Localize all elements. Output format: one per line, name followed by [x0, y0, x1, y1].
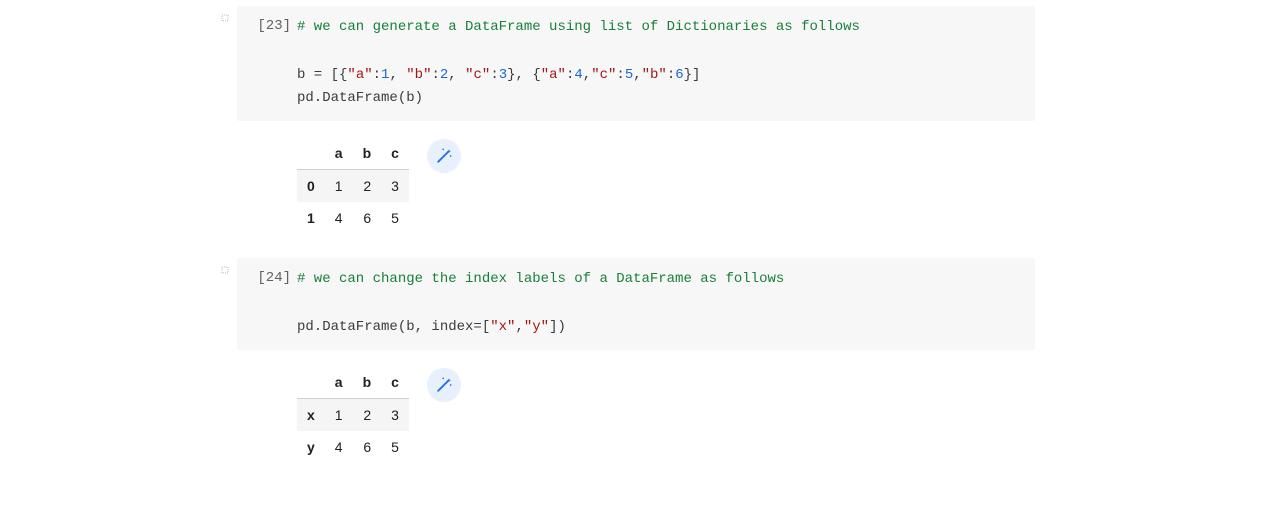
table-row: y 4 6 5 — [297, 431, 409, 463]
code-text: pd.DataFrame(b) — [297, 90, 423, 106]
exec-label: [23] — [257, 18, 291, 34]
code-text: pd.DataFrame(b, index=["x","y"]) — [297, 319, 566, 335]
code-text: b = [{"a":1, "b":2, "c":3}, {"a":4,"c":5… — [297, 67, 700, 83]
code-editor[interactable]: # we can generate a DataFrame using list… — [297, 16, 1021, 111]
table-col-header: b — [353, 137, 382, 170]
cell-gutter-decor-icon — [219, 262, 231, 278]
table-col-header: c — [381, 137, 409, 170]
notebook-viewport: [23] # we can generate a DataFrame using… — [0, 0, 1272, 469]
table-row-header: 1 — [297, 202, 325, 234]
suggest-chart-button[interactable] — [427, 368, 461, 402]
table-cell: 2 — [353, 170, 382, 203]
table-cell: 1 — [325, 170, 353, 203]
table-cell: 6 — [353, 202, 382, 234]
code-comment: # we can generate a DataFrame using list… — [297, 19, 860, 35]
table-col-header: b — [353, 366, 382, 399]
notebook-cell: [24] # we can change the index labels of… — [0, 258, 1272, 468]
table-col-header: c — [381, 366, 409, 399]
table-corner — [297, 366, 325, 399]
table-cell: 4 — [325, 202, 353, 234]
table-cell: 1 — [325, 398, 353, 431]
table-cell: 5 — [381, 431, 409, 463]
cell-gutter-decor-icon — [219, 10, 231, 26]
table-row: 0 1 2 3 — [297, 170, 409, 203]
code-editor[interactable]: # we can change the index labels of a Da… — [297, 268, 1021, 339]
table-cell: 5 — [381, 202, 409, 234]
notebook-cell: [23] # we can generate a DataFrame using… — [0, 6, 1272, 240]
dataframe-table: a b c 0 1 2 3 1 4 6 — [297, 137, 409, 234]
execution-count: [23] — [237, 16, 297, 34]
table-row-header: 0 — [297, 170, 325, 203]
table-cell: 3 — [381, 398, 409, 431]
table-cell: 2 — [353, 398, 382, 431]
table-row-header: x — [297, 398, 325, 431]
table-row-header: y — [297, 431, 325, 463]
table-row: 1 4 6 5 — [297, 202, 409, 234]
table-cell: 4 — [325, 431, 353, 463]
cell-input[interactable]: [24] # we can change the index labels of… — [237, 258, 1035, 349]
exec-label: [24] — [257, 270, 291, 286]
table-col-header: a — [325, 137, 353, 170]
suggest-chart-button[interactable] — [427, 139, 461, 173]
cell-input[interactable]: [23] # we can generate a DataFrame using… — [237, 6, 1035, 121]
cell-output: a b c x 1 2 3 y 4 6 — [237, 350, 1035, 469]
cell-output: a b c 0 1 2 3 1 4 6 — [237, 121, 1035, 240]
table-corner — [297, 137, 325, 170]
code-comment: # we can change the index labels of a Da… — [297, 271, 784, 287]
execution-count: [24] — [237, 268, 297, 286]
table-header-row: a b c — [297, 366, 409, 399]
table-cell: 3 — [381, 170, 409, 203]
table-col-header: a — [325, 366, 353, 399]
dataframe-table: a b c x 1 2 3 y 4 6 — [297, 366, 409, 463]
magic-wand-icon — [434, 146, 454, 166]
magic-wand-icon — [434, 375, 454, 395]
table-header-row: a b c — [297, 137, 409, 170]
table-row: x 1 2 3 — [297, 398, 409, 431]
table-cell: 6 — [353, 431, 382, 463]
